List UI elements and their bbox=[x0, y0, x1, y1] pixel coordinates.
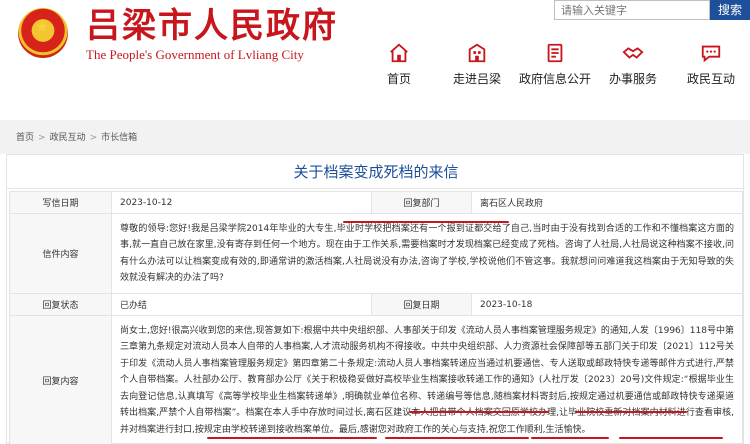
breadcrumb-mayor-mailbox[interactable]: 市长信箱 bbox=[101, 133, 137, 143]
breadcrumb-separator-icon: > bbox=[89, 133, 98, 143]
nav-home[interactable]: 首页 bbox=[360, 38, 438, 96]
highlight-underline bbox=[409, 411, 549, 413]
site-header: ★ 吕梁市人民政府 The People's Government of Lvl… bbox=[0, 0, 750, 120]
nav-about-label: 走进吕梁 bbox=[452, 72, 501, 86]
site-subtitle: The People's Government of Lvliang City bbox=[86, 47, 304, 62]
nav-services-label: 办事服务 bbox=[608, 72, 657, 86]
reply-date-value: 2023-10-18 bbox=[471, 293, 743, 316]
reply-dept-label: 回复部门 bbox=[371, 191, 472, 214]
breadcrumb: 首页 > 政民互动 > 市长信箱 bbox=[16, 130, 137, 143]
nav-home-label: 首页 bbox=[386, 72, 411, 86]
highlight-underline bbox=[531, 437, 609, 439]
nav-gov-info[interactable]: 政府信息公开 bbox=[516, 38, 594, 96]
chat-icon bbox=[701, 45, 721, 63]
status-label: 回复状态 bbox=[9, 293, 112, 316]
letter-card: 关于档案变成死档的来信 写信日期 2023-10-12 回复部门 离石区人民政府… bbox=[6, 154, 745, 444]
highlight-underline bbox=[207, 437, 377, 439]
write-date-value: 2023-10-12 bbox=[111, 191, 372, 214]
main-nav: 首页 走进吕梁 政府信息公开 办事服务 政民互动 bbox=[360, 38, 750, 96]
handshake-icon bbox=[622, 47, 644, 59]
nav-about[interactable]: 走进吕梁 bbox=[438, 38, 516, 96]
nav-interaction[interactable]: 政民互动 bbox=[672, 38, 750, 96]
document-icon bbox=[547, 43, 563, 63]
highlight-underline bbox=[575, 411, 687, 413]
national-emblem-logo[interactable]: ★ bbox=[18, 8, 68, 58]
letter-content: 尊敬的领导:您好!我是吕梁学院2014年毕业的大专生,毕业时学校把档案还有一个报… bbox=[120, 223, 734, 283]
reply-content: 尚女士,您好!很高兴收到您的来信,现答复如下:根据中共中央组织部、人事部关于印发… bbox=[120, 326, 734, 435]
site-title[interactable]: 吕梁市人民政府 bbox=[86, 6, 338, 46]
nav-services[interactable]: 办事服务 bbox=[594, 38, 672, 96]
content-label: 信件内容 bbox=[9, 213, 112, 294]
status-value: 已办结 bbox=[111, 293, 372, 316]
page-title: 关于档案变成死档的来信 bbox=[7, 155, 745, 189]
search-button[interactable]: 搜索 bbox=[710, 0, 750, 20]
write-date-label: 写信日期 bbox=[9, 191, 112, 214]
highlight-underline bbox=[343, 221, 509, 223]
home-icon bbox=[390, 43, 408, 63]
nav-interaction-label: 政民互动 bbox=[686, 72, 735, 86]
letter-table: 写信日期 2023-10-12 回复部门 离石区人民政府 信件内容 尊敬的领导:… bbox=[9, 191, 743, 444]
breadcrumb-home[interactable]: 首页 bbox=[16, 133, 34, 143]
breadcrumb-separator-icon: > bbox=[38, 133, 46, 143]
search-input[interactable] bbox=[554, 0, 710, 20]
highlight-underline bbox=[385, 437, 529, 439]
highlight-underline bbox=[619, 437, 723, 439]
reply-dept-value: 离石区人民政府 bbox=[471, 191, 743, 214]
reply-label: 回复内容 bbox=[9, 315, 112, 444]
nav-gov-info-label: 政府信息公开 bbox=[518, 72, 591, 86]
breadcrumb-interaction[interactable]: 政民互动 bbox=[50, 133, 86, 143]
breadcrumb-band: 首页 > 政民互动 > 市长信箱 bbox=[0, 120, 750, 154]
building-icon bbox=[468, 43, 486, 63]
reply-date-label: 回复日期 bbox=[371, 293, 472, 316]
